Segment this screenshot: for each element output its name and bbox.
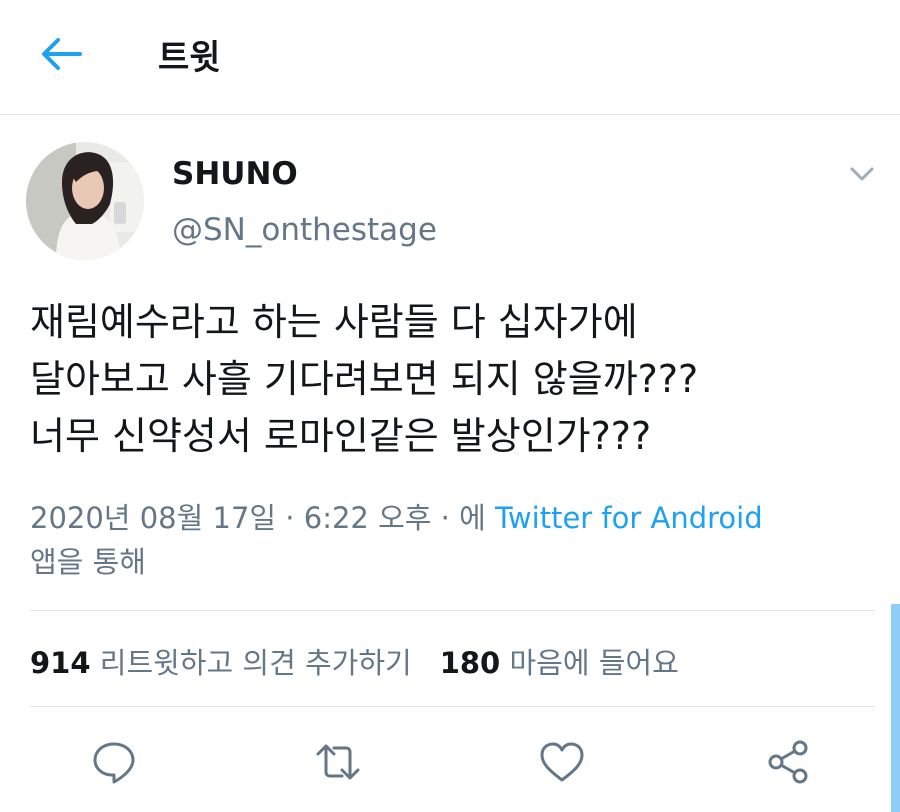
chevron-down-icon: [850, 167, 874, 181]
reply-icon: [93, 742, 135, 784]
back-button[interactable]: [38, 34, 84, 74]
like-button[interactable]: [538, 738, 586, 786]
likes-label: 마음에 들어요: [509, 646, 679, 680]
tweet-date: 2020년 08월 17일: [30, 501, 277, 535]
tweet-stats: 914 리트윗하고 의견 추가하기 180 마음에 들어요: [30, 640, 679, 682]
avatar-photo: [26, 142, 144, 260]
page-title: 트윗: [158, 38, 221, 78]
share-button[interactable]: [764, 738, 812, 786]
tweet-text: 재림예수라고 하는 사람들 다 십자가에 달아보고 사흘 기다려보면 되지 않을…: [30, 300, 699, 458]
share-icon: [768, 740, 808, 784]
via-suffix: 앱을 통해: [30, 545, 146, 579]
avatar[interactable]: [26, 142, 144, 260]
tweet-time: 6:22 오후: [303, 501, 432, 535]
source-link[interactable]: Twitter for Android: [495, 501, 763, 535]
username[interactable]: @SN_onthestage: [172, 212, 437, 248]
likes-count: 180: [439, 646, 501, 680]
retweet-icon: [316, 744, 360, 780]
tweet-meta: 2020년 08월 17일 · 6:22 오후 · 에 Twitter for …: [30, 496, 880, 584]
scrollbar[interactable]: [891, 604, 900, 812]
retweet-button[interactable]: [314, 738, 362, 786]
reply-button[interactable]: [90, 738, 138, 786]
like-icon: [540, 742, 584, 782]
divider: [30, 610, 875, 611]
retweets-stat[interactable]: 914 리트윗하고 의견 추가하기: [30, 646, 412, 680]
display-name[interactable]: SHUNO: [172, 156, 298, 192]
more-options-button[interactable]: [846, 162, 878, 186]
top-bar: 트윗: [0, 0, 900, 115]
divider: [30, 706, 875, 707]
via-prefix: 에: [459, 501, 496, 535]
retweets-count: 914: [30, 646, 91, 680]
arrow-left-icon: [42, 38, 82, 70]
meta-separator: ·: [431, 501, 460, 535]
likes-stat[interactable]: 180 마음에 들어요: [440, 646, 679, 680]
meta-separator: ·: [276, 501, 304, 535]
retweets-label: 리트윗하고 의견 추가하기: [99, 646, 412, 680]
